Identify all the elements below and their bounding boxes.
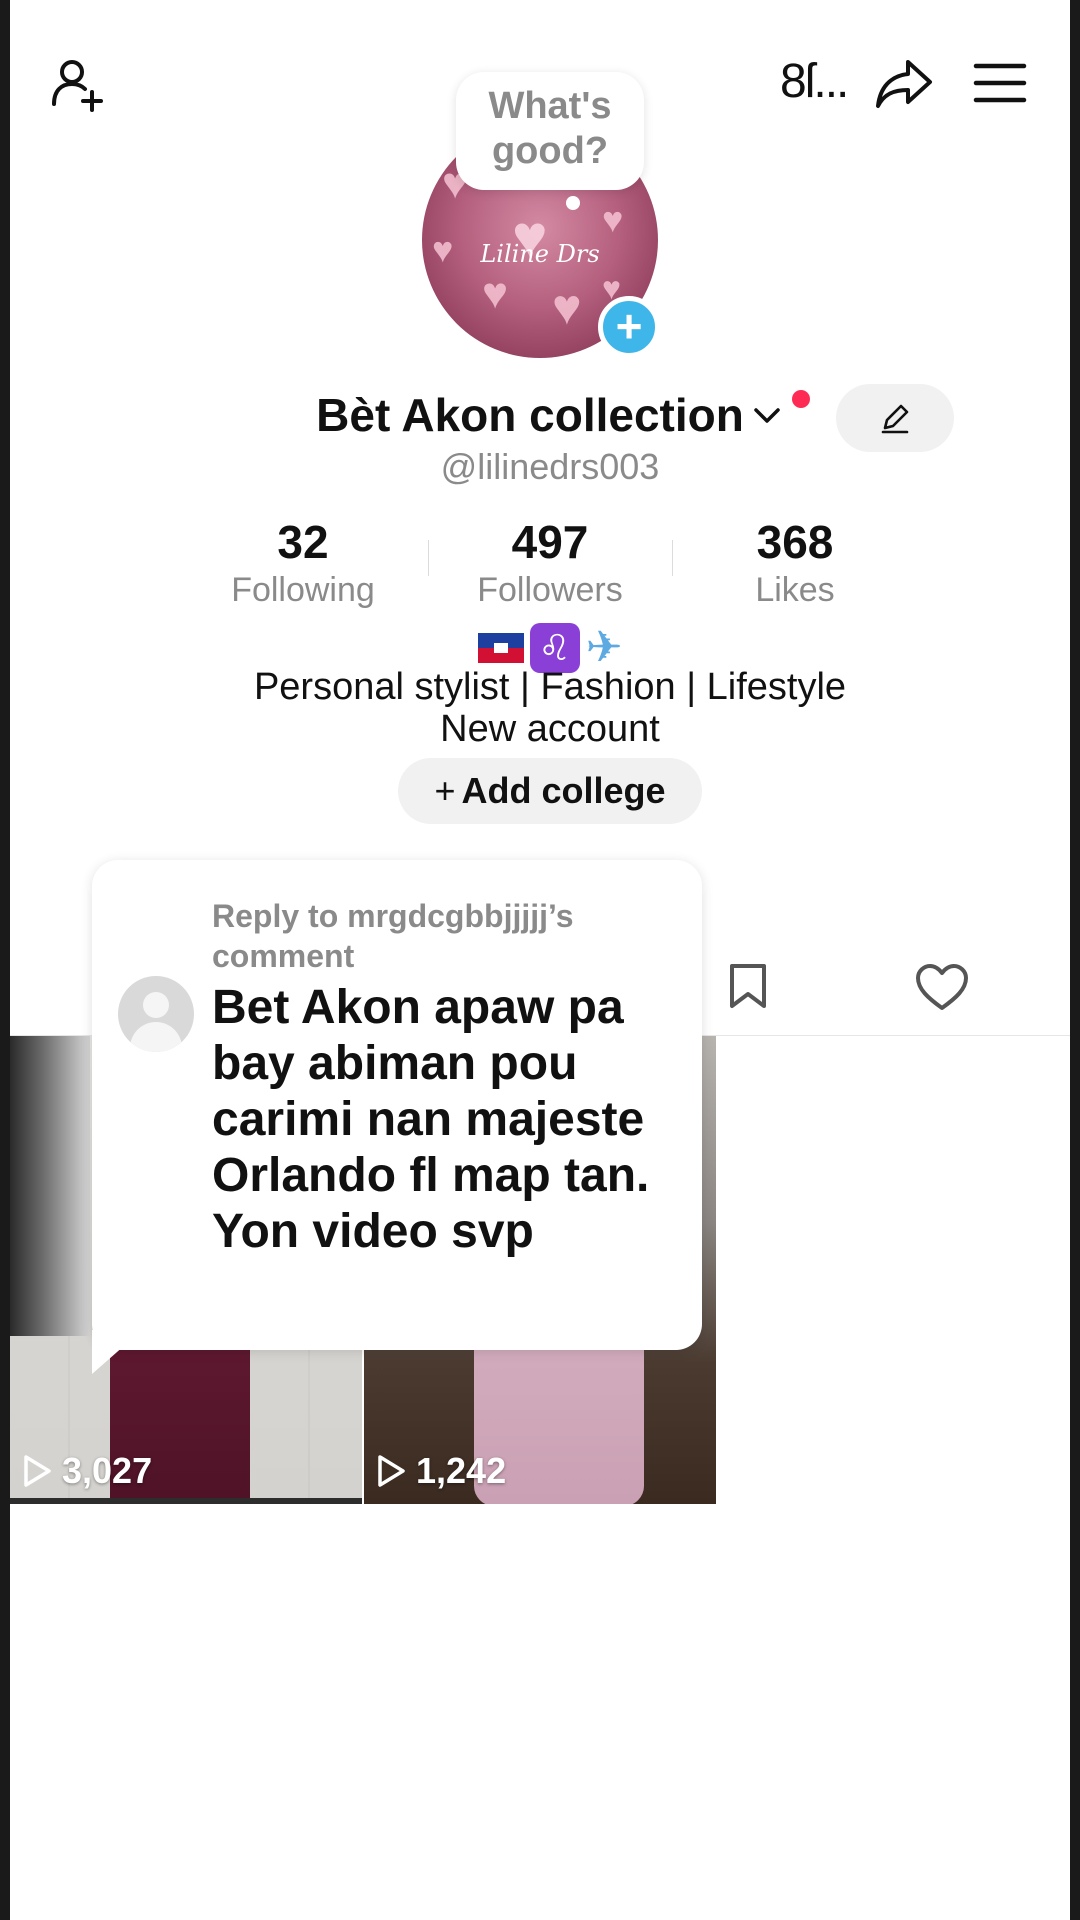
play-icon — [378, 1455, 405, 1487]
pencil-icon — [881, 404, 909, 434]
likes-label: Likes — [755, 571, 835, 609]
following-count: 32 — [277, 516, 329, 568]
followers-label: Followers — [477, 571, 623, 609]
note-bubble-dot — [566, 196, 580, 210]
reply-comment-text: Bet Akon apaw pa bay abiman pou carimi n… — [212, 981, 650, 1258]
menu-icon[interactable] — [972, 58, 1028, 108]
header-account-label[interactable]: 8ſ... — [780, 54, 849, 109]
share-icon[interactable] — [872, 52, 936, 116]
play-icon — [24, 1455, 51, 1487]
following-stat[interactable]: 32 Following — [203, 514, 403, 610]
view-count: 3,027 — [22, 1450, 152, 1492]
followers-stat[interactable]: 497 Followers — [450, 514, 650, 610]
haiti-flag-icon — [477, 632, 524, 663]
display-name[interactable]: Bèt Akon collection — [316, 388, 744, 442]
following-label: Following — [231, 571, 375, 609]
commenter-avatar — [118, 976, 194, 1052]
profile-screen: 8ſ... ♥ ♥ ♥ ♥ ♥ ♥ ♥ ♥ ♥ Liline Drs + Wha… — [10, 0, 1070, 1920]
avatar-logo-text: Liline Drs — [480, 240, 600, 268]
stat-divider — [428, 540, 429, 576]
view-count-text: 3,027 — [62, 1450, 153, 1491]
followers-count: 497 — [511, 516, 589, 568]
plus-icon: + — [434, 770, 456, 811]
favorites-tab-bookmark-icon[interactable] — [726, 962, 770, 1010]
bio-text-line: Personal stylist | Fashion | Lifestyle — [253, 666, 847, 708]
liked-tab-heart-icon[interactable] — [914, 962, 970, 1012]
stat-divider — [672, 540, 673, 576]
notification-dot — [792, 390, 810, 408]
likes-count: 368 — [756, 516, 834, 568]
likes-stat[interactable]: 368 Likes — [695, 514, 895, 610]
add-college-label: Add college — [461, 770, 666, 811]
chevron-down-icon[interactable] — [750, 398, 784, 432]
add-friend-icon[interactable] — [48, 52, 112, 116]
view-count: 1,242 — [376, 1450, 506, 1492]
add-story-button[interactable]: + — [598, 296, 660, 358]
note-bubble[interactable]: What's good? — [456, 72, 644, 190]
reply-heading: Reply to mrgdcgbbjjjjj’s comment — [212, 898, 574, 974]
username-handle: @lilinedrs003 — [440, 446, 660, 487]
view-count-text: 1,242 — [416, 1450, 507, 1491]
add-college-button[interactable]: + Add college — [398, 758, 702, 824]
edit-profile-button[interactable] — [836, 384, 954, 452]
reply-sticker-tail — [92, 1330, 142, 1374]
bio-text-line: New account — [440, 708, 660, 750]
